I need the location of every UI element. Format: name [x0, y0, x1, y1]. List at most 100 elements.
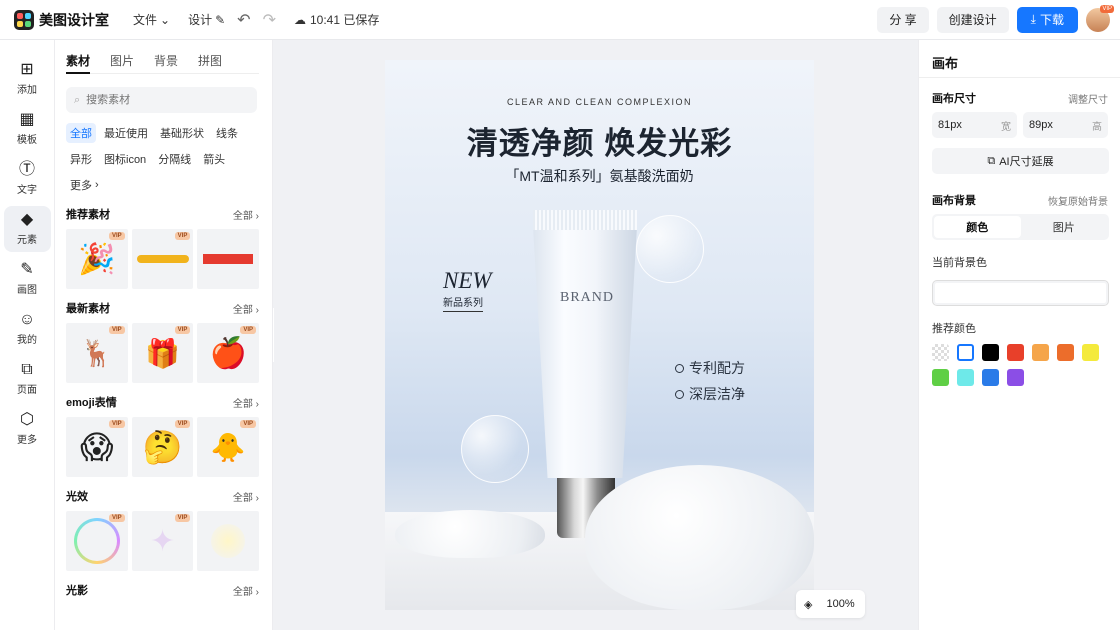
current-bg-swatch[interactable] [932, 280, 1109, 306]
app-logo[interactable]: 美图设计室 [14, 9, 109, 30]
restore-bg-link[interactable]: 恢复原始背景 [1048, 193, 1108, 208]
asset-shocked-emoji[interactable]: 😱 VIP [66, 417, 128, 477]
feature-item[interactable]: 深层洁净 [675, 384, 745, 404]
bubble-image[interactable] [636, 215, 704, 283]
redo-icon[interactable]: ↷ [263, 10, 276, 30]
save-status: ☁ 10:41 已保存 [294, 11, 379, 28]
panel-tabs: 素材 图片 背景 拼图 [66, 52, 259, 74]
layers-icon[interactable]: ◈ [804, 598, 812, 611]
asset-party-popper[interactable]: 🎉 VIP [66, 229, 128, 289]
tab-images[interactable]: 图片 [110, 52, 134, 74]
chip-recent[interactable]: 最近使用 [100, 123, 152, 143]
artboard[interactable]: CLEAR AND CLEAN COMPLEXION 清透净颜 焕发光彩 「MT… [385, 60, 814, 610]
rail-item-text[interactable]: Ⓣ 文字 [4, 156, 51, 202]
asset-red-bar[interactable] [197, 229, 260, 289]
asset-yellow-stroke[interactable]: VIP [131, 229, 194, 289]
rail-item-elements[interactable]: ◆ 元素 [3, 206, 51, 252]
rail-label: 画图 [17, 285, 37, 296]
search-icon: ⌕ [74, 93, 81, 106]
swatch-orange[interactable] [1057, 344, 1074, 361]
share-button[interactable]: 分 享 [877, 6, 929, 33]
undo-icon[interactable]: ↶ [237, 10, 250, 30]
rail-label: 更多 [17, 435, 37, 446]
bg-image-tab[interactable]: 图片 [1021, 216, 1108, 238]
chip-icons[interactable]: 图标icon [100, 149, 150, 169]
foam-image[interactable] [585, 465, 814, 610]
swatch-black[interactable] [982, 344, 999, 361]
rail-item-add[interactable]: ⊞ 添加 [4, 56, 51, 102]
canvas-size-label: 画布尺寸 [932, 93, 976, 105]
asset-bubble-ring[interactable]: VIP [66, 511, 128, 571]
see-all-link[interactable]: 全部 › [233, 583, 259, 598]
chip-basic-shapes[interactable]: 基础形状 [156, 123, 208, 143]
asset-glow[interactable] [197, 511, 260, 571]
glow-image [211, 524, 246, 558]
width-field[interactable]: 81px 宽 [932, 112, 1017, 138]
asset-chick-emoji[interactable]: 🐥 VIP [197, 417, 260, 477]
asset-snow-globe-gift[interactable]: 🎁 VIP [131, 323, 194, 383]
file-menu[interactable]: 文件 ⌄ [133, 11, 170, 28]
swatch-yellow[interactable] [1082, 344, 1099, 361]
poster-subtitle[interactable]: CLEAR AND CLEAN COMPLEXION [385, 97, 814, 107]
see-all-label: 全部 [232, 304, 253, 316]
asset-panel: 素材 图片 背景 拼图 ⌕ 全部 最近使用 基础形状 线条 异形 图标icon … [55, 40, 273, 630]
avatar[interactable]: VIP [1086, 4, 1114, 32]
recommend-colors-label: 推荐颜色 [932, 323, 976, 335]
swatch-transparent[interactable] [932, 344, 949, 361]
swatch-blue[interactable] [982, 369, 999, 386]
vip-badge: VIP [109, 514, 125, 522]
swatch-green[interactable] [932, 369, 949, 386]
chip-all[interactable]: 全部 [66, 123, 96, 143]
asset-thinking-emoji[interactable]: 🤔 VIP [131, 417, 194, 477]
rail-item-template[interactable]: ▦ 模板 [4, 106, 51, 152]
chip-more[interactable]: 更多 › [66, 175, 103, 195]
tab-materials[interactable]: 素材 [66, 52, 91, 74]
swatch-red[interactable] [1007, 344, 1024, 361]
zoom-level[interactable]: 100% [826, 598, 854, 610]
foam-image[interactable] [395, 510, 545, 558]
see-all-link[interactable]: 全部 › [233, 489, 259, 504]
create-design-button[interactable]: 创建设计 [936, 6, 1009, 33]
poster-title[interactable]: 清透净颜 焕发光彩 [385, 118, 814, 163]
download-button[interactable]: ⤓ 下载 [1016, 6, 1078, 33]
bubble-image[interactable] [461, 415, 529, 483]
chip-dividers[interactable]: 分隔线 [154, 149, 195, 169]
rail-item-mine[interactable]: ☺ 我的 [4, 306, 51, 352]
asset-reindeer-sleigh[interactable]: 🦌 VIP [66, 323, 128, 383]
bg-color-tab[interactable]: 颜色 [934, 216, 1021, 238]
design-menu[interactable]: 设计 ✎ [188, 11, 225, 28]
search-input[interactable] [86, 94, 237, 106]
rail-item-pages[interactable]: ⧉ 页面 [4, 356, 51, 402]
rail-item-more[interactable]: ⬡ 更多 [4, 406, 51, 452]
see-all-label: 全部 [232, 492, 253, 504]
see-all-link[interactable]: 全部 › [233, 301, 259, 316]
asset-apple[interactable]: 🍎 VIP [197, 323, 260, 383]
shocked-emoji-image: 😱 [80, 429, 114, 465]
download-icon: ⤓ [1030, 12, 1036, 26]
swatch-white[interactable] [957, 344, 974, 361]
width-value: 81px [938, 119, 962, 131]
adjust-size-link[interactable]: 调整尺寸 [1068, 91, 1108, 106]
section-title: 光效 [66, 491, 88, 503]
feature-item[interactable]: 专利配方 [675, 358, 745, 378]
top-bar: 美图设计室 文件 ⌄ 设计 ✎ ↶ ↷ ☁ 10:41 已保存 分 享 创建设计 ⤓… [0, 0, 1120, 40]
poster-description[interactable]: 「MT温和系列」氨基酸洗面奶 [385, 166, 814, 186]
height-field[interactable]: 89px 高 [1023, 112, 1108, 138]
asset-sparkle[interactable]: ✦ VIP [131, 511, 194, 571]
swatch-light-orange[interactable] [1032, 344, 1049, 361]
chip-arrows[interactable]: 箭头 [199, 149, 229, 169]
new-label[interactable]: NEW [443, 268, 492, 294]
ai-extend-button[interactable]: ⧉ AI尺寸延展 [932, 148, 1109, 174]
cleanser-tube-image[interactable] [533, 226, 637, 478]
chip-lines[interactable]: 线条 [212, 123, 242, 143]
new-series-label[interactable]: 新品系列 [443, 294, 483, 312]
swatch-purple[interactable] [1007, 369, 1024, 386]
swatch-cyan[interactable] [957, 369, 974, 386]
tab-collage[interactable]: 拼图 [198, 52, 222, 74]
tab-backgrounds[interactable]: 背景 [154, 52, 178, 74]
height-value: 89px [1029, 119, 1053, 131]
chip-irregular[interactable]: 异形 [66, 149, 96, 169]
see-all-link[interactable]: 全部 › [233, 207, 259, 222]
see-all-link[interactable]: 全部 › [233, 395, 259, 410]
rail-item-draw[interactable]: ✎ 画图 [4, 256, 51, 302]
